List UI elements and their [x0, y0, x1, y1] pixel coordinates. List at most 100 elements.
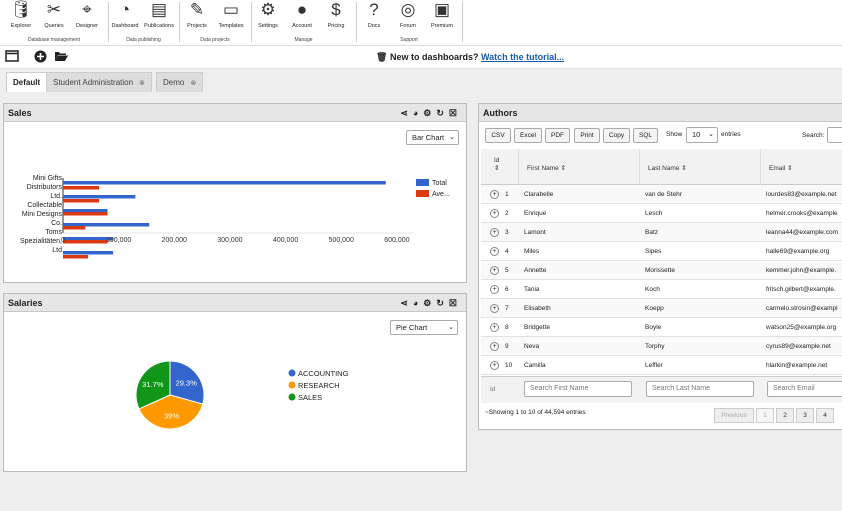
x-tick-label: 200,000: [162, 237, 187, 244]
new-window-icon[interactable]: [5, 50, 19, 65]
gear-icon[interactable]: ⚙: [423, 298, 436, 308]
expand-row-icon[interactable]: +: [490, 304, 499, 313]
group-label-publishing: Data publishing: [126, 37, 161, 43]
category-label: Ltd: [52, 247, 62, 254]
cell-email: halle69@example.org: [766, 248, 830, 255]
expand-row-icon[interactable]: +: [490, 247, 499, 256]
cell-id: 2: [505, 210, 509, 217]
close-icon[interactable]: ☒: [449, 298, 462, 308]
cell-id: 6: [505, 286, 509, 293]
column-header-last-name[interactable]: Last Name ⇕: [648, 164, 687, 172]
open-folder-icon[interactable]: [54, 50, 69, 65]
panel-title: Sales: [8, 108, 32, 118]
pagination-page-1[interactable]: 1: [756, 408, 774, 423]
pagination-page-3[interactable]: 3: [796, 408, 814, 423]
pagination-page-2[interactable]: 2: [776, 408, 794, 423]
gear-icon[interactable]: ⚙: [423, 108, 436, 118]
cell-last: Leffler: [645, 362, 663, 369]
refresh-icon[interactable]: ↻: [436, 298, 449, 308]
panel-tools: ⋖◕⚙↻☒: [400, 294, 462, 312]
cell-first: Miles: [524, 248, 540, 255]
legend-label: ACCOUNTING: [298, 369, 349, 378]
column-header-id[interactable]: Id ⇕: [494, 157, 499, 172]
email-search-input[interactable]: Search Email: [767, 381, 842, 397]
category-label: Toms: [45, 229, 62, 236]
bar-ave: [63, 212, 108, 216]
legend-label: SALES: [298, 393, 322, 402]
cell-email: leanna44@example.com: [766, 229, 839, 236]
cell-email: cyrus89@example.net: [766, 343, 831, 350]
column-header-first-name[interactable]: First Name ⇕: [527, 164, 566, 172]
cell-email: lourdes83@example.net: [766, 191, 837, 198]
legend-label: Ave...: [432, 191, 450, 198]
panel-tools: ⋖◕⚙↻☒: [400, 104, 462, 122]
tab-demo[interactable]: Demo ⊗: [156, 72, 204, 93]
cell-id: 4: [505, 248, 509, 255]
ribbon-button-premium[interactable]: ▣ Premium: [420, 0, 464, 30]
panel-header: Sales ⋖◕⚙↻☒: [4, 104, 466, 122]
tab-default[interactable]: Default: [6, 72, 48, 92]
expand-row-icon[interactable]: +: [490, 342, 499, 351]
salaries-panel: Salaries ⋖◕⚙↻☒ Pie Chart ⌄ 29.3% 39% 31.7% A…: [3, 293, 467, 472]
expand-row-icon[interactable]: +: [490, 323, 499, 332]
pagination-page-4[interactable]: 4: [816, 408, 834, 423]
expand-row-icon[interactable]: +: [490, 190, 499, 199]
export-print-button[interactable]: Print: [574, 128, 600, 143]
bar-ave: [63, 199, 100, 203]
panel-header: Authors: [479, 104, 842, 122]
refresh-icon[interactable]: ↻: [436, 108, 449, 118]
pie-slice-label: 31.7%: [142, 380, 164, 389]
x-tick-label: 600,000: [384, 237, 409, 244]
close-icon[interactable]: ☒: [449, 108, 462, 118]
export-sql-button[interactable]: SQL: [633, 128, 658, 143]
legend-label: Total: [432, 180, 447, 187]
palette-icon[interactable]: ◕: [413, 108, 423, 118]
group-label-database: Database management: [28, 37, 80, 43]
expand-row-icon[interactable]: +: [490, 228, 499, 237]
close-tab-icon[interactable]: ⊗: [139, 74, 145, 93]
panel-title: Authors: [483, 108, 518, 118]
expand-row-icon[interactable]: +: [490, 285, 499, 294]
global-search-input[interactable]: [827, 127, 842, 143]
export-copy-button[interactable]: Copy: [603, 128, 630, 143]
pie-slice-label: 39%: [164, 411, 179, 420]
add-circle-icon[interactable]: [34, 50, 47, 66]
table-info: ~Showing 1 to 10 of 44,594 entries: [485, 409, 586, 416]
cell-id: 3: [505, 229, 509, 236]
cell-last: Torphy: [645, 343, 665, 350]
sort-icon: ⇕: [560, 165, 567, 172]
export-csv-button[interactable]: CSV: [485, 128, 511, 143]
column-label: Id: [494, 157, 500, 164]
category-label: Collectable: [27, 202, 62, 209]
cell-last: Batz: [645, 229, 659, 236]
cell-first: Clarabelle: [524, 191, 554, 198]
palette-icon[interactable]: ◕: [413, 298, 423, 308]
tab-student-administration[interactable]: Student Administration ⊗: [46, 72, 152, 92]
cell-id: 8: [505, 324, 509, 331]
cell-email: helmer.crooks@example: [766, 210, 838, 217]
page-size-select[interactable]: 10 ⌄: [686, 127, 718, 143]
bar-ave: [63, 255, 89, 259]
last-name-search-input[interactable]: Search Last Name: [646, 381, 754, 397]
pagination-previous[interactable]: Previous: [714, 408, 754, 423]
legend-swatch: [288, 393, 296, 401]
close-tab-icon[interactable]: ⊗: [190, 74, 196, 93]
column-header-email[interactable]: Email ⇕: [769, 164, 793, 172]
cell-last: Koepp: [645, 305, 664, 312]
sort-icon: ⇕: [494, 165, 500, 172]
tutorial-link[interactable]: Watch the tutorial...: [481, 52, 564, 62]
expand-row-icon[interactable]: +: [490, 209, 499, 218]
x-tick-label: 100,000: [106, 237, 131, 244]
export-pdf-button[interactable]: PDF: [545, 128, 570, 143]
cell-email: hlarkin@example.net: [766, 362, 828, 369]
expand-row-icon[interactable]: +: [490, 361, 499, 370]
cell-last: Lesch: [645, 210, 663, 217]
entries-label: entries: [721, 131, 741, 138]
cell-id: 1: [505, 191, 509, 198]
expand-row-icon[interactable]: +: [490, 266, 499, 275]
share-icon[interactable]: ⋖: [400, 298, 413, 308]
share-icon[interactable]: ⋖: [400, 108, 413, 118]
first-name-search-input[interactable]: Search First Name: [524, 381, 632, 397]
ribbon-separator: [179, 2, 180, 42]
export-excel-button[interactable]: Excel: [514, 128, 542, 143]
